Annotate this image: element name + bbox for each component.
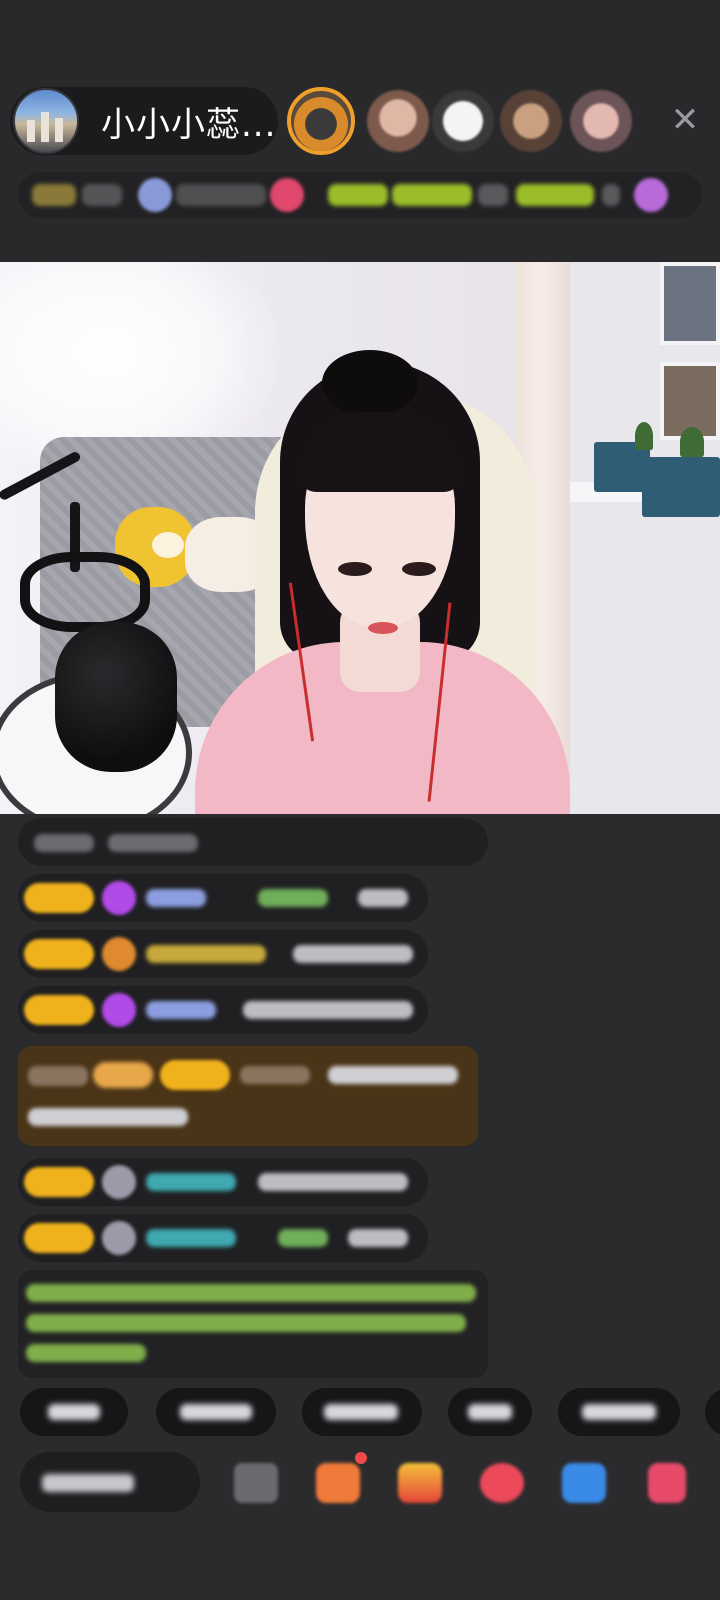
level-badge — [24, 995, 94, 1025]
notification-dot — [355, 1452, 367, 1464]
tag-text — [82, 184, 122, 206]
close-icon[interactable]: ✕ — [665, 100, 705, 140]
fan-badge-icon — [102, 937, 136, 971]
tag-text — [602, 184, 620, 206]
level-badge — [24, 883, 94, 913]
tag-bar[interactable] — [18, 172, 702, 218]
chat-message[interactable] — [18, 874, 428, 922]
viewer-avatar[interactable] — [432, 90, 494, 152]
background-window — [570, 262, 720, 814]
heart-gift-icon[interactable] — [480, 1463, 524, 1503]
gift-box-icon[interactable] — [316, 1463, 360, 1503]
viewer-avatar[interactable] — [570, 90, 632, 152]
viewer-avatar[interactable] — [500, 90, 562, 152]
chat-input[interactable] — [20, 1452, 200, 1512]
tag-icon — [634, 178, 668, 212]
user-icon — [102, 1221, 136, 1255]
chat-message[interactable] — [18, 1214, 428, 1262]
level-badge — [24, 1223, 94, 1253]
bottom-action-bar — [0, 1450, 720, 1530]
quick-reply-button[interactable] — [20, 1388, 128, 1436]
tag-text — [478, 184, 508, 206]
host-avatar[interactable] — [13, 88, 79, 154]
host-info-pill[interactable]: 小小小蕊... — [10, 87, 278, 155]
quick-reply-button[interactable] — [448, 1388, 532, 1436]
microphone — [55, 622, 177, 772]
highlight-message[interactable] — [18, 1046, 478, 1146]
top-viewer-avatar[interactable] — [287, 87, 355, 155]
quick-reply-row[interactable] — [0, 1388, 720, 1438]
live-video[interactable] — [0, 262, 720, 814]
tag-text — [328, 184, 388, 206]
chat-message[interactable] — [18, 1158, 428, 1206]
tag-text — [516, 184, 594, 206]
level-badge — [32, 184, 76, 206]
quick-reply-button[interactable] — [558, 1388, 680, 1436]
tag-text — [176, 184, 266, 206]
level-badge — [24, 1167, 94, 1197]
chat-icon[interactable] — [234, 1463, 278, 1503]
game-icon[interactable] — [562, 1463, 606, 1503]
tag-text — [392, 184, 472, 206]
quick-reply-button[interactable] — [705, 1388, 720, 1436]
quick-reply-button[interactable] — [156, 1388, 276, 1436]
tag-icon — [138, 178, 172, 212]
top-bar: 小小小蕊... ✕ — [0, 0, 720, 262]
diamond-icon — [102, 881, 136, 915]
viewer-avatar[interactable] — [367, 90, 429, 152]
level-badge — [24, 939, 94, 969]
chat-message[interactable] — [18, 986, 428, 1034]
system-notice — [18, 1270, 488, 1378]
tag-icon — [270, 178, 304, 212]
gift-icon[interactable] — [398, 1463, 442, 1503]
diamond-icon — [102, 993, 136, 1027]
user-icon — [102, 1165, 136, 1199]
quick-reply-button[interactable] — [302, 1388, 422, 1436]
host-name: 小小小蕊... — [101, 104, 277, 145]
more-icon[interactable] — [648, 1463, 686, 1503]
level-badge — [160, 1060, 230, 1090]
chat-message[interactable] — [18, 930, 428, 978]
chat-message[interactable] — [18, 818, 488, 866]
